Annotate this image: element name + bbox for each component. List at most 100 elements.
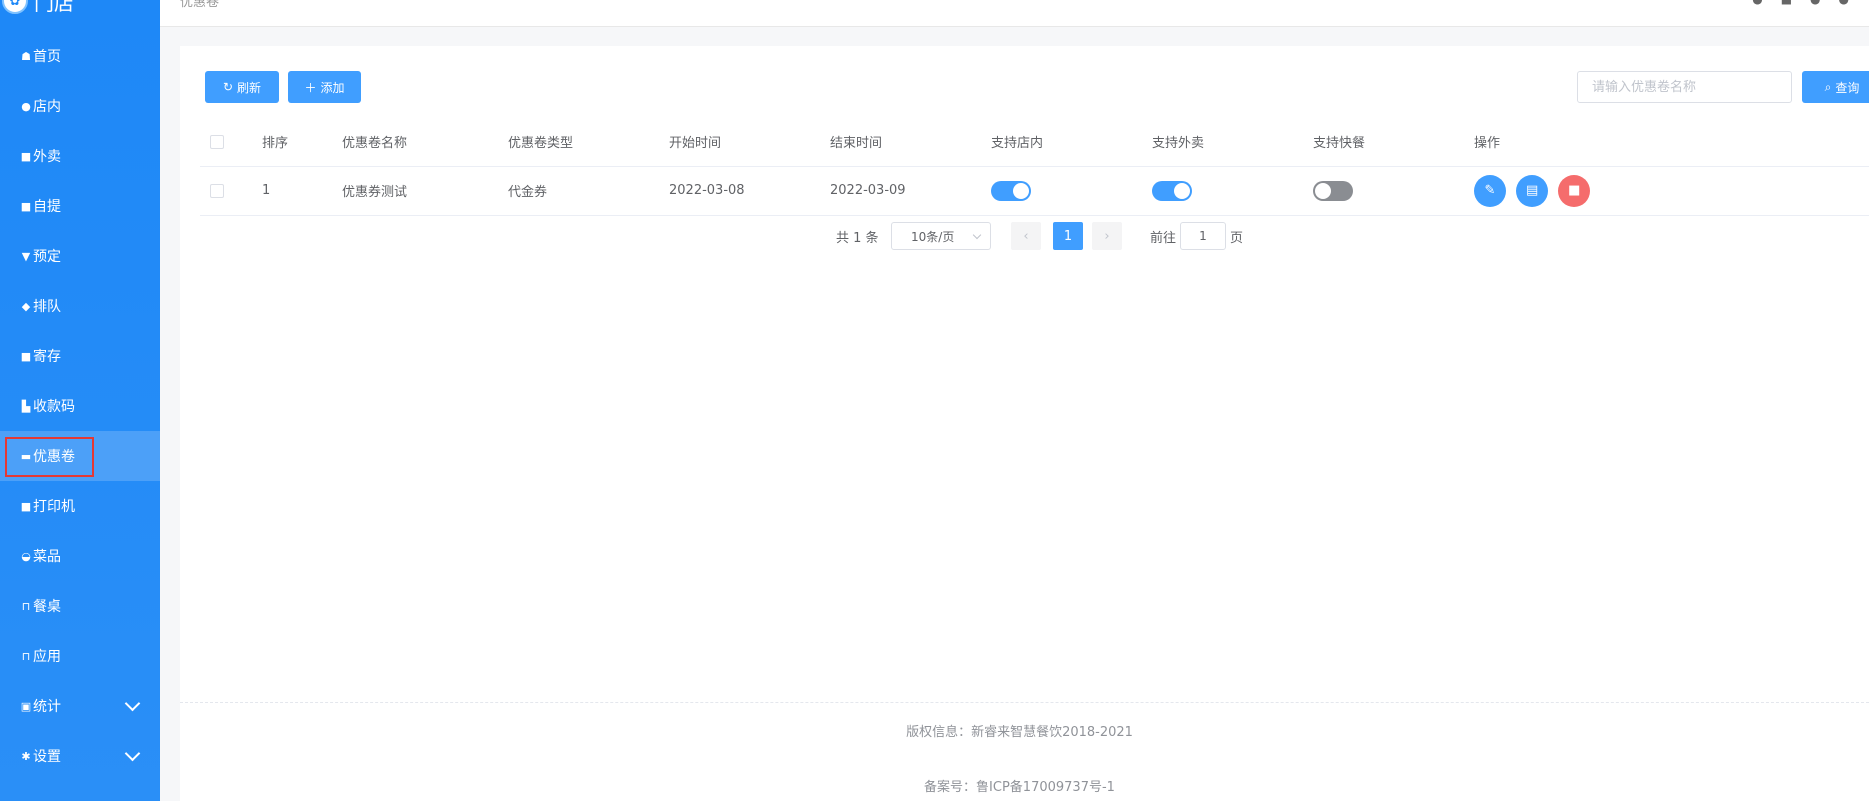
takeout-toggle[interactable] (1152, 180, 1192, 201)
sidebar-menu: ☗ 首页 ● 店内 ■ 外卖 ■ 自提 ▼ 预定 ◆ 排队 ■ 寄存 ▙ 收款码 ▬ 优惠卷 ■ 打… (0, 31, 160, 781)
sidebar-item-storage[interactable]: ■ 寄存 (0, 331, 160, 381)
footer-divider (180, 702, 1869, 703)
table-header-row: 排序 优惠卷名称 优惠卷类型 开始时间 结束时间 支持店内 支持外卖 支持快餐 … (200, 118, 1869, 167)
cell-fast-food (1303, 166, 1464, 216)
sidebar-item-apps[interactable]: ⊓ 应用 (0, 631, 160, 681)
page-size-select[interactable]: 10条/页 (891, 222, 991, 250)
query-button[interactable]: ⌕ 查询 (1802, 71, 1869, 103)
sidebar-item-label: 设置 (33, 749, 61, 765)
col-sort: 排序 (252, 118, 332, 167)
prev-page-button[interactable]: ‹ (1011, 222, 1041, 250)
sidebar: ✿ 门店 ☗ 首页 ● 店内 ■ 外卖 ■ 自提 ▼ 预定 ◆ 排队 ■ 寄存 ▙ 收款码 ▬ 优… (0, 0, 160, 801)
fullscreen-icon[interactable]: ● (1810, 0, 1820, 6)
sidebar-item-printer[interactable]: ■ 打印机 (0, 481, 160, 531)
sidebar-item-coupon[interactable]: ▬ 优惠卷 (0, 431, 160, 481)
pagination-total: 共 1 条 (836, 231, 879, 246)
sidebar-item-takeout[interactable]: ■ 外卖 (0, 131, 160, 181)
footer-icp: 备案号：鲁ICP备17009737号-1 (180, 776, 1869, 795)
sidebar-item-queue[interactable]: ◆ 排队 (0, 281, 160, 331)
select-all-checkbox[interactable] (210, 134, 224, 149)
row-checkbox[interactable] (210, 183, 224, 198)
col-actions: 操作 (1464, 118, 1869, 167)
goto-page-input[interactable] (1180, 222, 1226, 250)
avatar[interactable]: ● (1839, 0, 1849, 6)
toggle-knob (1013, 182, 1029, 199)
payment-code-icon: ▙ (21, 399, 31, 413)
add-button[interactable]: ＋ 添加 (288, 71, 361, 103)
edit-icon: ✎ (1484, 183, 1496, 198)
edit-button[interactable]: ✎ (1474, 174, 1506, 207)
topbar-icons: ● ■ ● ● (1752, 0, 1849, 6)
queue-icon: ◆ (21, 299, 31, 313)
chevron-down-icon[interactable] (124, 695, 141, 712)
delivery-icon: ■ (20, 149, 32, 163)
copyright-text: 版权信息：新睿来智慧餐饮2018-2021 (906, 725, 1133, 740)
refresh-icon: ↻ (222, 80, 234, 94)
footer-copyright: 版权信息：新睿来智慧餐饮2018-2021 (180, 721, 1869, 740)
goto-label: 前往 (1150, 231, 1177, 246)
toggle-knob (1315, 182, 1331, 199)
stats-icon: ▣ (20, 699, 32, 713)
cell-start: 2022-03-08 (659, 166, 820, 216)
sidebar-item-label: 收款码 (33, 399, 75, 415)
icp-text: 备案号：鲁ICP备17009737号-1 (924, 780, 1115, 795)
sidebar-item-label: 预定 (33, 249, 61, 265)
user-icon: ● (21, 99, 31, 113)
cell-sort: 1 (252, 166, 332, 216)
chevron-right-icon: › (1104, 228, 1110, 244)
cell-actions: ✎ ▤ ■ (1464, 166, 1869, 216)
sidebar-item-label: 打印机 (33, 499, 75, 515)
sidebar-item-pickup[interactable]: ■ 自提 (0, 181, 160, 231)
pagination: 共 1 条 10条/页 ‹ 1 › 前往 页 (180, 222, 1869, 250)
app-icon: ⊓ (21, 649, 31, 663)
coupon-table: 排序 优惠卷名称 优惠卷类型 开始时间 结束时间 支持店内 支持外卖 支持快餐 … (200, 118, 1869, 216)
col-takeout: 支持外卖 (1142, 118, 1303, 167)
sidebar-item-label: 餐桌 (33, 599, 61, 615)
home-icon: ☗ (21, 49, 31, 63)
toggle-knob (1174, 182, 1190, 199)
page-number-button[interactable]: 1 (1053, 222, 1083, 250)
sidebar-item-settings[interactable]: ✱ 设置 (0, 731, 160, 781)
brand-name: 门店 (34, 0, 74, 15)
detail-button[interactable]: ▤ (1516, 174, 1549, 207)
delete-button[interactable]: ■ (1558, 174, 1591, 207)
sidebar-item-label: 菜品 (33, 549, 61, 565)
sidebar-item-dine-in[interactable]: ● 店内 (0, 81, 160, 131)
cell-takeout (1142, 166, 1303, 216)
search-icon: ⌕ (1824, 79, 1832, 94)
fast-food-toggle[interactable] (1313, 180, 1353, 201)
refresh-button[interactable]: ↻ 刷新 (205, 71, 279, 103)
sidebar-item-stats[interactable]: ▣ 统计 (0, 681, 160, 731)
sidebar-item-home[interactable]: ☗ 首页 (0, 31, 160, 81)
chevron-left-icon: ‹ (1023, 228, 1029, 244)
search-input[interactable] (1577, 71, 1792, 103)
brand: ✿ 门店 (0, 0, 74, 16)
col-name: 优惠卷名称 (332, 118, 498, 167)
trash-icon: ■ (1568, 183, 1581, 198)
table-row: 1 优惠券测试 代金券 2022-03-08 2022-03-09 ✎ ▤ ■ (200, 166, 1869, 216)
sidebar-item-reservation[interactable]: ▼ 预定 (0, 231, 160, 281)
cell-type: 代金券 (498, 166, 659, 216)
printer-icon: ■ (20, 499, 32, 513)
sidebar-item-label: 首页 (33, 49, 61, 65)
sidebar-item-label: 寄存 (33, 349, 61, 365)
document-icon: ▤ (1525, 183, 1539, 198)
add-button-label: 添加 (320, 80, 345, 95)
refresh-icon[interactable]: ● (1752, 0, 1762, 6)
settings-icon: ✱ (21, 749, 31, 763)
chevron-down-icon[interactable] (124, 745, 141, 762)
sidebar-item-tables[interactable]: ⊓ 餐桌 (0, 581, 160, 631)
bag-icon: ■ (20, 199, 32, 213)
sidebar-item-payment-code[interactable]: ▙ 收款码 (0, 381, 160, 431)
app-logo-icon: ✿ (2, 0, 28, 14)
cup-icon: ▼ (21, 249, 31, 263)
sidebar-item-label: 店内 (33, 99, 61, 115)
dine-in-toggle[interactable] (991, 180, 1031, 201)
grid-icon[interactable]: ■ (1781, 0, 1792, 6)
sidebar-item-dishes[interactable]: ◒ 菜品 (0, 531, 160, 581)
chevron-down-icon (972, 230, 982, 240)
goto-suffix: 页 (1230, 231, 1244, 246)
breadcrumb: 优惠卷 (180, 0, 220, 10)
col-start: 开始时间 (659, 118, 820, 167)
next-page-button[interactable]: › (1092, 222, 1122, 250)
